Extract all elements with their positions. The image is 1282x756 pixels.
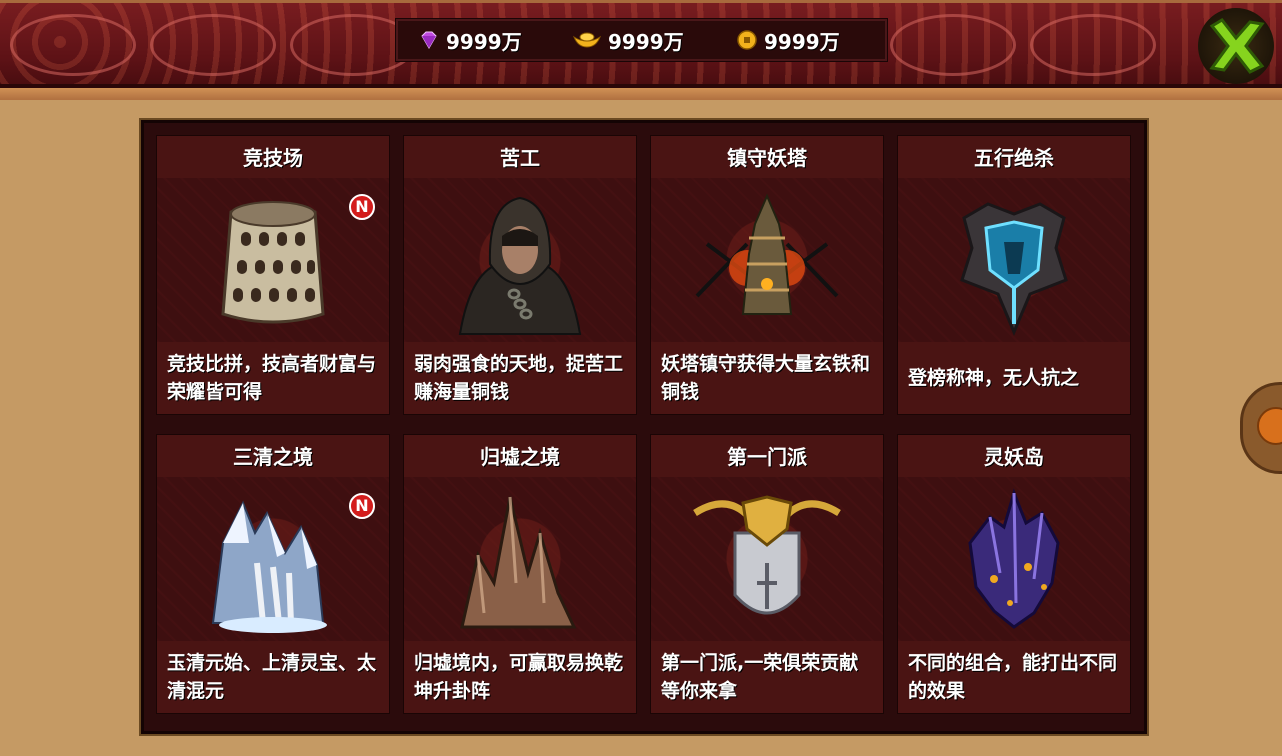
- currency-bar: 9999万 9999万 9999万: [395, 18, 888, 62]
- card-description: 玉清元始、上清灵宝、太清混元: [157, 641, 389, 713]
- hooded-laborer-icon: [458, 196, 582, 335]
- card-art: [404, 477, 636, 641]
- activity-card-arena[interactable]: 竞技场 N 竞技比拼，技高者财富与荣耀皆可得: [156, 135, 390, 415]
- rock-spire-icon: [460, 496, 577, 629]
- activity-card-guixu[interactable]: 归墟之境 归墟境内，可赢取易换乾坤升卦阵: [403, 434, 637, 714]
- close-icon: [1209, 18, 1265, 74]
- icy-mountain-icon: [211, 500, 327, 633]
- card-description: 归墟境内，可赢取易换乾坤升卦阵: [404, 641, 636, 713]
- diamond-currency: 9999万: [418, 19, 522, 61]
- card-art: [898, 178, 1130, 342]
- card-description: 登榜称神，无人抗之: [898, 342, 1130, 414]
- card-art: [404, 178, 636, 342]
- diamond-icon: [421, 31, 437, 49]
- ingot-currency: 9999万: [572, 19, 684, 61]
- card-title: 竞技场: [157, 136, 389, 178]
- activity-card-spirit-island[interactable]: 灵妖岛 不同的组合，能打出不同的效果: [897, 434, 1131, 714]
- activity-card-demon-tower[interactable]: 镇守妖塔 妖塔镇守获得大量玄铁和铜钱: [650, 135, 884, 415]
- card-description: 不同的组合，能打出不同的效果: [898, 641, 1130, 713]
- activity-card-laborer[interactable]: 苦工 弱肉强食的天地，捉苦工赚海量铜钱: [403, 135, 637, 415]
- top-banner: 9999万 9999万 9999万: [0, 0, 1282, 100]
- card-description: 竞技比拼，技高者财富与荣耀皆可得: [157, 342, 389, 414]
- demon-tower-icon: [695, 193, 839, 315]
- coin-currency: 9999万: [736, 19, 840, 61]
- coin-amount: 9999万: [764, 29, 840, 54]
- card-title: 第一门派: [651, 435, 883, 477]
- colosseum-icon: [221, 201, 325, 324]
- ornament: [10, 14, 136, 76]
- card-title: 镇守妖塔: [651, 136, 883, 178]
- activity-card-five-elements[interactable]: 五行绝杀 登榜称神，无人抗之: [897, 135, 1131, 415]
- card-title: 灵妖岛: [898, 435, 1130, 477]
- diamond-amount: 9999万: [446, 29, 522, 54]
- card-title: 五行绝杀: [898, 136, 1130, 178]
- card-description: 第一门派,一荣俱荣贡献等你来拿: [651, 641, 883, 713]
- activity-card-first-sect[interactable]: 第一门派 第一门派,一荣俱荣贡献等你来拿: [650, 434, 884, 714]
- activity-panel: 竞技场 N 竞技比拼，技高者财富与荣耀皆可得 苦工 弱肉强食的天地，捉苦工赚海量…: [141, 120, 1147, 734]
- card-description: 弱肉强食的天地，捉苦工赚海量铜钱: [404, 342, 636, 414]
- new-badge: N: [349, 493, 375, 519]
- sect-shield-icon: [693, 495, 841, 615]
- ornament: [150, 14, 276, 76]
- gold-coin-icon: [737, 30, 757, 50]
- side-tab-button[interactable]: [1240, 382, 1282, 474]
- new-badge: N: [349, 194, 375, 220]
- activity-card-sanqing[interactable]: 三清之境 N 玉清元始、上清灵宝、太清混元: [156, 434, 390, 714]
- close-button[interactable]: [1198, 8, 1274, 84]
- crest-icon: [960, 202, 1068, 336]
- gold-ingot-icon: [572, 32, 602, 48]
- ornament: [1030, 14, 1156, 76]
- card-art: [651, 178, 883, 342]
- card-description: 妖塔镇守获得大量玄铁和铜钱: [651, 342, 883, 414]
- card-art: [898, 477, 1130, 641]
- ornament: [890, 14, 1016, 76]
- card-title: 三清之境: [157, 435, 389, 477]
- spirit-island-icon: [968, 488, 1060, 629]
- ingot-amount: 9999万: [608, 29, 684, 54]
- card-title: 苦工: [404, 136, 636, 178]
- card-art: [651, 477, 883, 641]
- card-title: 归墟之境: [404, 435, 636, 477]
- mascot-icon: [1257, 407, 1282, 445]
